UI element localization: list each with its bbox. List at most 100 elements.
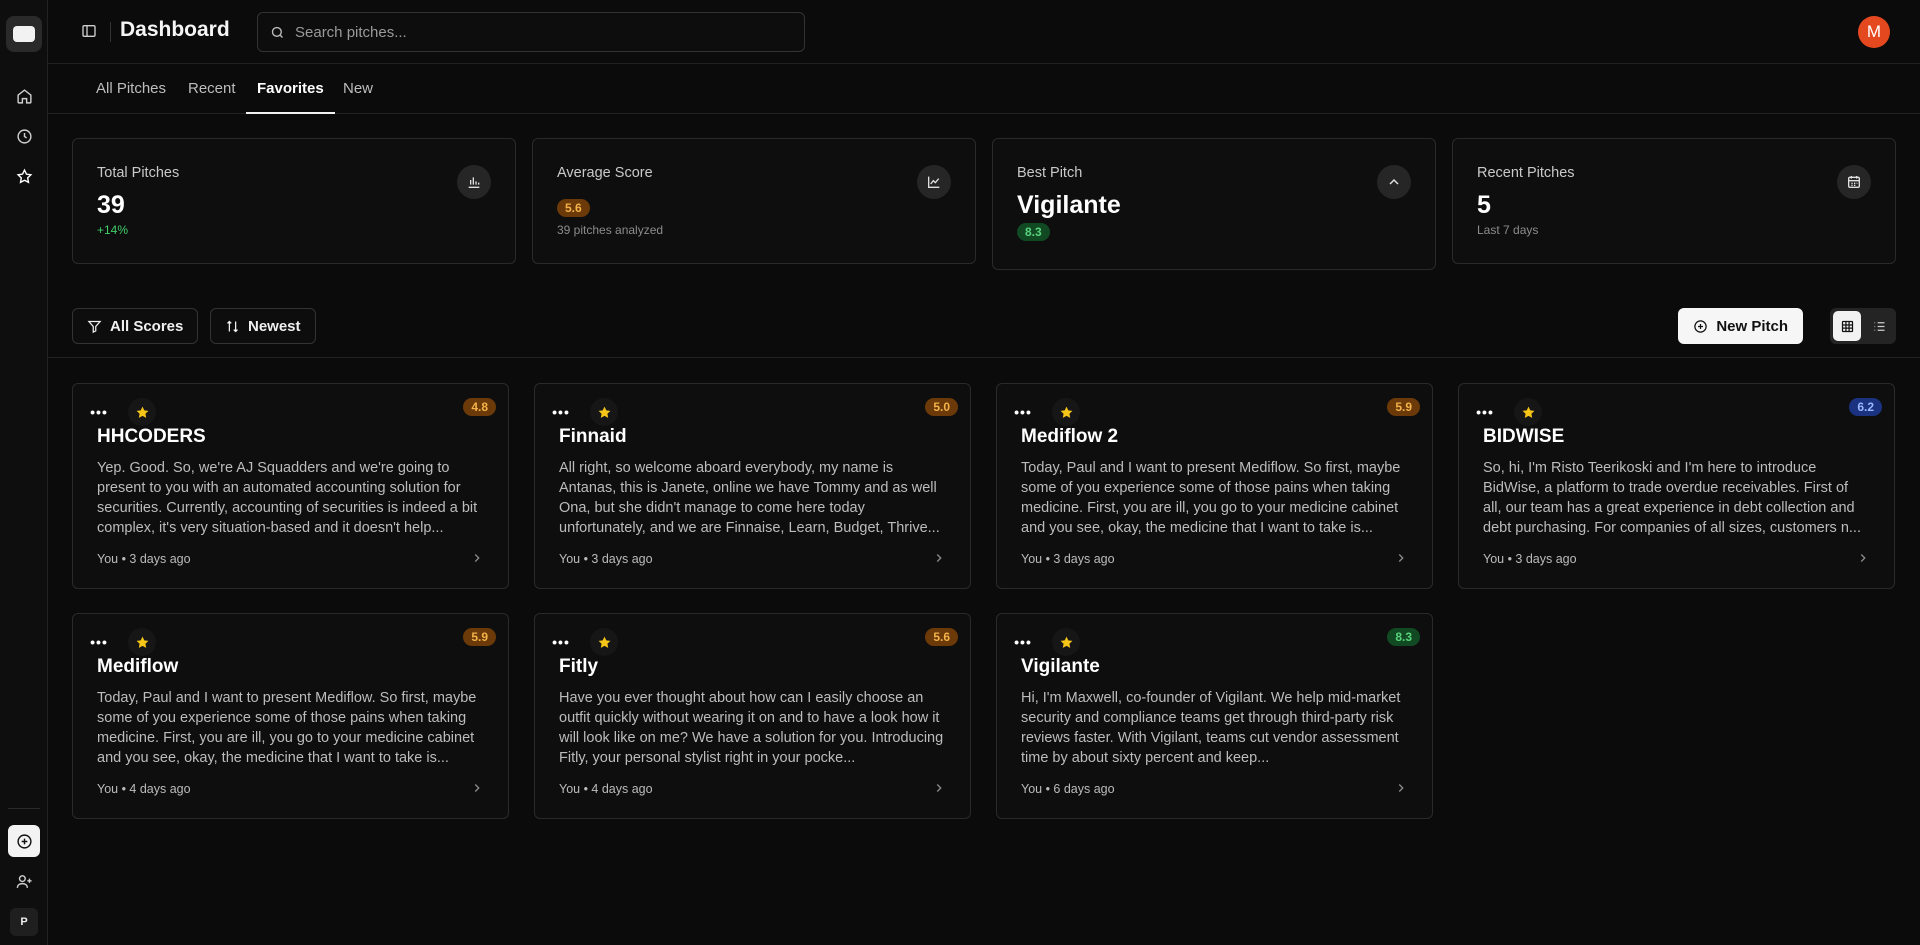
favorite-star-icon[interactable]: [128, 398, 156, 426]
stat-sub: 39 pitches analyzed: [557, 223, 664, 237]
tab-recent[interactable]: Recent: [188, 64, 236, 114]
more-options-icon[interactable]: •••: [547, 628, 575, 656]
score-badge: 4.8: [463, 398, 496, 416]
filter-button[interactable]: All Scores: [72, 308, 199, 344]
tab-new[interactable]: New: [343, 64, 373, 114]
user-avatar[interactable]: M: [1858, 16, 1890, 48]
new-pitch-button[interactable]: New Pitch: [1678, 308, 1803, 344]
pitch-card[interactable]: ••• 5.0 Finnaid All right, so welcome aboar…: [534, 383, 971, 589]
sidebar-toggle-icon[interactable]: [78, 20, 100, 42]
pitch-card[interactable]: ••• 5.9 Mediflow Today, Paul and I want to …: [72, 613, 509, 819]
search-box[interactable]: [257, 12, 805, 52]
left-rail: P: [0, 0, 48, 945]
favorite-star-icon[interactable]: [1514, 398, 1542, 426]
rail-divider: [8, 808, 40, 809]
stat-sub: Last 7 days: [1477, 223, 1539, 237]
add-user-icon[interactable]: [8, 865, 40, 897]
stat-label: Average Score: [557, 165, 653, 181]
more-options-icon[interactable]: •••: [85, 628, 113, 656]
more-options-icon[interactable]: •••: [1471, 398, 1499, 426]
tab-bar: All Pitches Recent Favorites New: [48, 64, 1920, 114]
pitch-excerpt: Today, Paul and I want to present Medifl…: [1021, 460, 1401, 536]
toolbar: All Scores Newest New Pitch: [48, 290, 1920, 358]
search-icon: [270, 25, 285, 40]
pitch-card[interactable]: ••• 8.3 Vigilante Hi, I'm Maxwell, co-found…: [996, 613, 1433, 819]
stat-label: Total Pitches: [97, 165, 180, 181]
pitch-meta: You • 3 days ago: [1021, 552, 1115, 566]
stat-total-pitches: Total Pitches 39 +14%: [72, 138, 516, 264]
score-badge: 5.6: [925, 628, 958, 646]
pitch-card[interactable]: ••• 6.2 BIDWISE So, hi, I'm Risto Teerikosk…: [1458, 383, 1895, 589]
pitch-excerpt: All right, so welcome aboard everybody, …: [559, 460, 940, 536]
workspace-avatar[interactable]: P: [10, 908, 38, 936]
score-badge: 6.2: [1849, 398, 1882, 416]
favorite-star-icon[interactable]: [590, 398, 618, 426]
chevron-right-icon[interactable]: [470, 781, 484, 798]
page-title: Dashboard: [120, 18, 230, 41]
favorite-star-icon[interactable]: [1052, 398, 1080, 426]
pitch-meta: You • 3 days ago: [97, 552, 191, 566]
top-bar: Dashboard M: [48, 0, 1920, 64]
pitch-title: Mediflow 2: [1021, 426, 1119, 447]
stat-label: Best Pitch: [1017, 165, 1083, 181]
stat-best-pitch: Best Pitch Vigilante 8.3: [992, 138, 1436, 270]
stat-value: 5: [1477, 191, 1491, 219]
filter-label: All Scores: [110, 317, 184, 335]
stat-change: +14%: [97, 223, 129, 237]
score-badge: 5.9: [463, 628, 496, 646]
score-badge: 8.3: [1387, 628, 1420, 646]
pitch-excerpt: So, hi, I'm Risto Teerikoski and I'm her…: [1483, 460, 1861, 536]
tab-all-pitches[interactable]: All Pitches: [96, 64, 166, 114]
view-toggle: [1830, 308, 1896, 344]
favorite-star-icon[interactable]: [1052, 628, 1080, 656]
clock-icon[interactable]: [8, 120, 40, 152]
add-circle-icon[interactable]: [8, 825, 40, 857]
more-options-icon[interactable]: •••: [1009, 398, 1037, 426]
pitch-excerpt: Today, Paul and I want to present Medifl…: [97, 690, 477, 766]
calendar-icon: [1837, 165, 1871, 199]
chevron-right-icon[interactable]: [1394, 781, 1408, 798]
search-input[interactable]: [295, 23, 775, 41]
pitch-title: Mediflow: [97, 656, 179, 677]
chevron-up-icon: [1377, 165, 1411, 199]
pitch-card[interactable]: ••• 4.8 HHCODERS Yep. Good. So, we're AJ Sq…: [72, 383, 509, 589]
stat-average-score: Average Score 5.6 39 pitches analyzed: [532, 138, 976, 264]
sort-button[interactable]: Newest: [210, 308, 316, 344]
pitch-meta: You • 3 days ago: [559, 552, 653, 566]
score-badge: 5.6: [557, 199, 590, 217]
stat-value: Vigilante: [1017, 191, 1121, 219]
bar-chart-icon: [457, 165, 491, 199]
pitch-meta: You • 4 days ago: [97, 782, 191, 796]
stat-value: 39: [97, 191, 125, 219]
chevron-right-icon[interactable]: [1856, 551, 1870, 568]
sort-label: Newest: [248, 317, 301, 335]
pitch-excerpt: Have you ever thought about how can I ea…: [559, 690, 944, 766]
chevron-right-icon[interactable]: [932, 781, 946, 798]
pitch-meta: You • 4 days ago: [559, 782, 653, 796]
score-badge: 8.3: [1017, 223, 1050, 241]
pitch-meta: You • 3 days ago: [1483, 552, 1577, 566]
pitch-meta: You • 6 days ago: [1021, 782, 1115, 796]
app-logo[interactable]: [6, 16, 42, 52]
stat-label: Recent Pitches: [1477, 165, 1575, 181]
filter-icon: [87, 319, 102, 334]
pitch-title: Finnaid: [559, 426, 627, 447]
more-options-icon[interactable]: •••: [85, 398, 113, 426]
more-options-icon[interactable]: •••: [1009, 628, 1037, 656]
chevron-right-icon[interactable]: [470, 551, 484, 568]
list-view-icon[interactable]: [1865, 311, 1893, 341]
pitch-title: BIDWISE: [1483, 426, 1565, 447]
favorite-star-icon[interactable]: [590, 628, 618, 656]
pitch-card[interactable]: ••• 5.9 Mediflow 2 Today, Paul and I want t…: [996, 383, 1433, 589]
star-icon[interactable]: [8, 160, 40, 192]
chevron-right-icon[interactable]: [1394, 551, 1408, 568]
more-options-icon[interactable]: •••: [547, 398, 575, 426]
pitch-excerpt: Hi, I'm Maxwell, co-founder of Vigilant.…: [1021, 690, 1401, 766]
favorite-star-icon[interactable]: [128, 628, 156, 656]
grid-view-icon[interactable]: [1833, 311, 1861, 341]
home-icon[interactable]: [8, 80, 40, 112]
chevron-right-icon[interactable]: [932, 551, 946, 568]
tab-favorites[interactable]: Favorites: [246, 64, 335, 114]
pitch-card[interactable]: ••• 5.6 Fitly Have you ever thought about h…: [534, 613, 971, 819]
pitch-excerpt: Yep. Good. So, we're AJ Squadders and we…: [97, 460, 478, 536]
